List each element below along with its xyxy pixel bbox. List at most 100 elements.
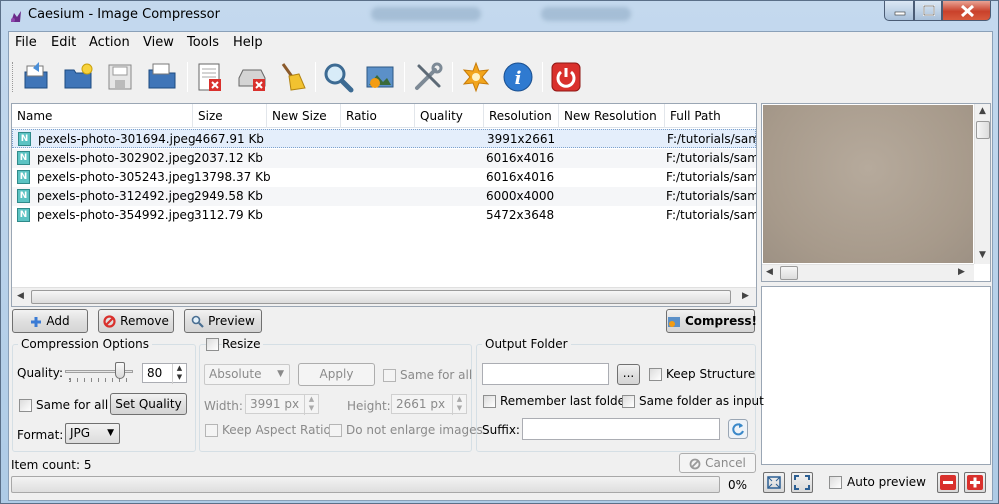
preview-horizontal-scrollbar[interactable]: ◀ ▶: [762, 264, 974, 281]
compress-button[interactable]: Compress!: [666, 309, 757, 333]
cell-size: 2949.58 Kb: [194, 189, 263, 203]
minus-icon: [940, 475, 956, 490]
same-folder-as-input-checkbox[interactable]: [622, 395, 635, 408]
quality-slider[interactable]: [65, 362, 135, 384]
menu-bar: File Edit Action View Tools Help: [9, 32, 992, 54]
height-spinbox[interactable]: 2661 px ▲ ▼: [391, 394, 467, 415]
apply-resize-button[interactable]: Apply: [298, 363, 375, 386]
scrollbar-thumb[interactable]: [31, 290, 731, 304]
format-select[interactable]: JPG ▼: [65, 423, 120, 444]
save-as-icon[interactable]: [145, 60, 179, 94]
same-for-all-quality-checkbox[interactable]: [19, 399, 32, 412]
table-row[interactable]: N pexels-photo-305243.jpeg 13798.37 Kb 6…: [12, 168, 756, 187]
column-header-new-size[interactable]: New Size: [267, 104, 341, 128]
suffix-input[interactable]: [522, 418, 720, 440]
open-folder-icon[interactable]: [61, 60, 95, 94]
column-header-ratio[interactable]: Ratio: [341, 104, 415, 128]
spin-arrows-icon[interactable]: ▲ ▼: [304, 395, 318, 415]
menu-tools[interactable]: Tools: [187, 35, 219, 50]
scroll-left-icon[interactable]: ◀: [766, 267, 773, 277]
scroll-down-icon[interactable]: ▼: [979, 250, 986, 260]
auto-preview-checkbox[interactable]: [829, 476, 842, 489]
do-not-enlarge-checkbox[interactable]: [329, 424, 342, 437]
preview-button[interactable]: Preview: [184, 309, 262, 333]
column-header-new-resolution[interactable]: New Resolution: [559, 104, 665, 128]
minimize-button[interactable]: [884, 1, 914, 21]
open-files-icon[interactable]: [19, 60, 53, 94]
power-exit-icon[interactable]: [549, 60, 583, 94]
original-preview-pane[interactable]: ▲ ▼ ◀ ▶: [761, 103, 991, 282]
menu-file[interactable]: File: [15, 35, 37, 50]
remove-button[interactable]: Remove: [98, 309, 174, 333]
scroll-left-icon[interactable]: ◀: [17, 291, 24, 301]
column-header-full-path[interactable]: Full Path: [665, 104, 756, 128]
resize-mode-value: Absolute: [209, 367, 262, 381]
menu-view[interactable]: View: [143, 35, 174, 50]
spin-arrows-icon[interactable]: ▲ ▼: [452, 395, 466, 415]
width-spinbox[interactable]: 3991 px ▲ ▼: [245, 394, 319, 415]
chevron-down-icon: ▼: [107, 428, 114, 438]
clear-list-icon[interactable]: [235, 60, 269, 94]
scroll-right-icon[interactable]: ▶: [958, 267, 965, 277]
menu-edit[interactable]: Edit: [51, 35, 76, 50]
column-header-quality[interactable]: Quality: [415, 104, 484, 128]
settings-tools-icon[interactable]: [411, 60, 445, 94]
cell-resolution: 6000x4000: [486, 189, 555, 203]
browse-folder-button[interactable]: ...: [617, 364, 640, 385]
compress-button-label: Compress!: [685, 314, 757, 328]
info-icon[interactable]: i: [501, 60, 535, 94]
slider-thumb[interactable]: [115, 362, 125, 379]
resize-checkbox[interactable]: [206, 338, 219, 351]
preview-image-icon[interactable]: [363, 60, 397, 94]
keep-aspect-ratio-checkbox[interactable]: [205, 424, 218, 437]
set-quality-button[interactable]: Set Quality: [110, 393, 187, 415]
close-button[interactable]: [942, 1, 991, 21]
title-bar[interactable]: Caesium - Image Compressor: [1, 1, 998, 31]
fit-zoom-button[interactable]: [763, 472, 785, 493]
scroll-right-icon[interactable]: ▶: [742, 291, 749, 301]
refresh-icon[interactable]: [728, 419, 748, 439]
scrollbar-thumb[interactable]: [780, 266, 798, 280]
plugins-star-icon[interactable]: [459, 60, 493, 94]
zoom-out-button[interactable]: [937, 472, 959, 493]
search-icon[interactable]: [321, 60, 355, 94]
remember-last-folder-checkbox[interactable]: [483, 395, 496, 408]
column-header-name[interactable]: Name: [12, 104, 193, 128]
zoom-in-button[interactable]: [964, 472, 986, 493]
remove-button-label: Remove: [120, 314, 169, 328]
resize-mode-select[interactable]: Absolute ▼: [204, 364, 290, 385]
toolbar-separator: [542, 62, 543, 92]
add-button[interactable]: Add: [12, 309, 88, 333]
toolbar: i: [9, 54, 992, 102]
keep-structure-checkbox[interactable]: [649, 368, 662, 381]
spin-arrows-icon[interactable]: ▲ ▼: [172, 364, 186, 384]
suffix-label: Suffix:: [482, 423, 520, 437]
cancel-button[interactable]: Cancel: [679, 453, 756, 473]
menu-action[interactable]: Action: [89, 35, 130, 50]
scroll-up-icon[interactable]: ▲: [979, 106, 986, 116]
remember-last-folder-label: Remember last folder: [500, 394, 630, 408]
resize-same-for-all-checkbox[interactable]: [383, 369, 396, 382]
save-list-icon[interactable]: [103, 60, 137, 94]
table-row[interactable]: N pexels-photo-312492.jpeg 2949.58 Kb 60…: [12, 187, 756, 206]
column-header-resolution[interactable]: Resolution: [484, 104, 559, 128]
output-folder-input[interactable]: [482, 363, 609, 385]
file-list[interactable]: Name Size New Size Ratio Quality Resolut…: [11, 103, 757, 307]
column-header-size[interactable]: Size: [193, 104, 267, 128]
clean-broom-icon[interactable]: [275, 60, 309, 94]
fullsize-zoom-button[interactable]: [791, 472, 813, 493]
maximize-button[interactable]: [914, 1, 942, 21]
toolbar-grip[interactable]: [12, 62, 15, 92]
scrollbar-thumb[interactable]: [976, 121, 990, 139]
compressed-preview-pane[interactable]: [761, 286, 991, 465]
table-row[interactable]: N pexels-photo-354992.jpeg 3112.79 Kb 54…: [12, 206, 756, 225]
remove-item-icon[interactable]: [193, 60, 227, 94]
table-row[interactable]: N pexels-photo-302902.jpeg 2037.12 Kb 60…: [12, 149, 756, 168]
preview-vertical-scrollbar[interactable]: ▲ ▼: [974, 104, 990, 264]
table-row[interactable]: N pexels-photo-301694.jpeg 4667.91 Kb 39…: [12, 129, 756, 148]
cell-path: F:/tutorials/sam: [666, 170, 756, 184]
menu-help[interactable]: Help: [233, 35, 263, 50]
resize-title: Resize: [222, 337, 264, 351]
quality-spinbox[interactable]: 80 ▲ ▼: [142, 363, 187, 384]
list-horizontal-scrollbar[interactable]: ◀ ▶: [12, 287, 756, 306]
